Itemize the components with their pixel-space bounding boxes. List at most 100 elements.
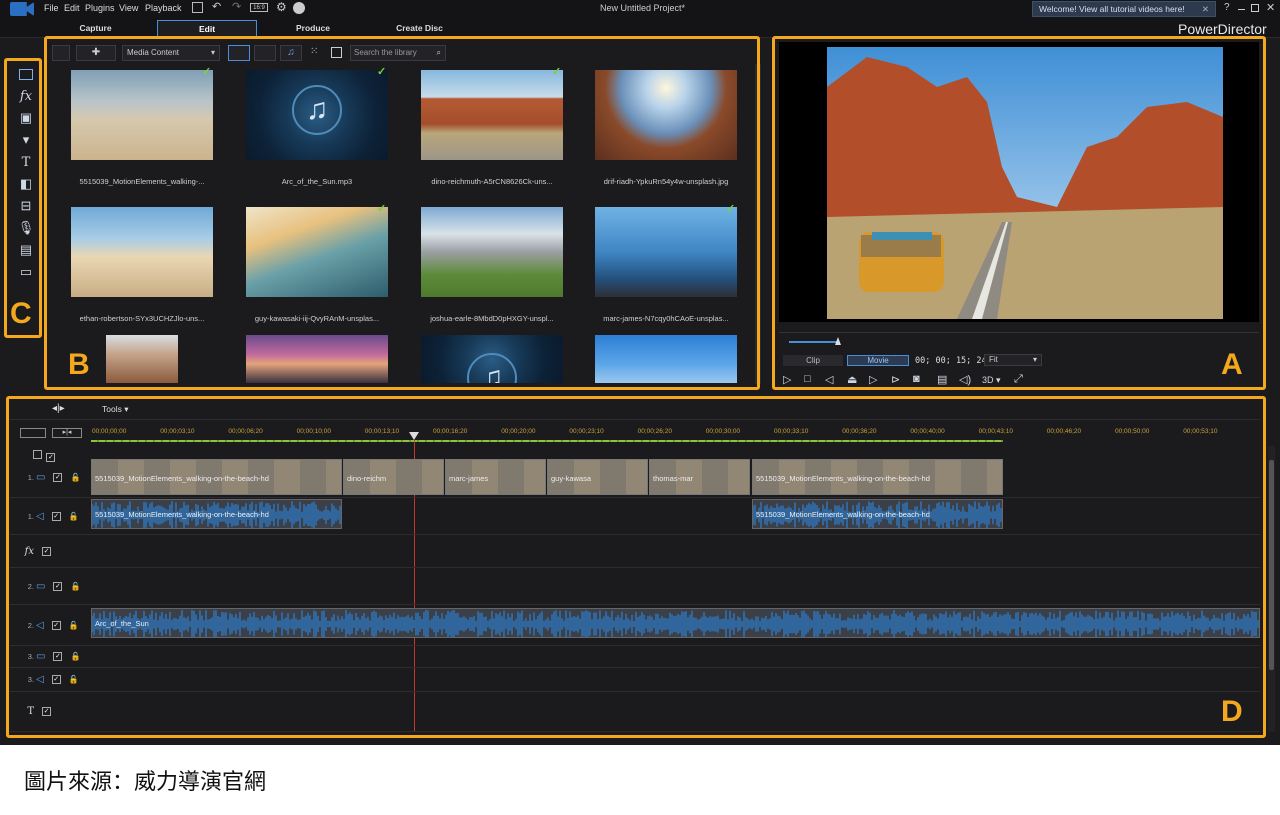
video-clip[interactable]: guy-kawasa	[547, 459, 648, 495]
music-filter-icon[interactable]: ♫	[280, 45, 302, 61]
menu-playback[interactable]: Playback	[145, 3, 182, 13]
settings-gear-icon[interactable]: ⚙	[276, 0, 287, 14]
track-audio[interactable]: 3. ◁ ✓ 🔓	[10, 668, 1260, 692]
subtitle-icon[interactable]: ▤	[937, 373, 947, 386]
library-thumbnail[interactable]	[246, 335, 388, 383]
account-icon[interactable]	[293, 2, 305, 14]
zoom-dropdown[interactable]: Fit ▾	[984, 354, 1042, 366]
library-thumbnail[interactable]	[595, 70, 737, 160]
particle-room-icon[interactable]: ▾	[12, 130, 40, 150]
title-room-icon[interactable]: T	[12, 152, 40, 172]
video-clip[interactable]: 5515039_MotionElements_walking-on-the-be…	[91, 459, 342, 495]
clip-mode-tab[interactable]: Clip	[783, 355, 843, 366]
save-icon[interactable]	[192, 2, 203, 13]
fx-room-icon[interactable]: fx	[12, 86, 40, 106]
timecode-display[interactable]: 00; 00; 15; 24	[915, 356, 987, 366]
tools-menu[interactable]: Tools ▾	[102, 404, 128, 415]
media-room-icon[interactable]	[12, 64, 40, 84]
library-thumbnail[interactable]	[595, 207, 737, 297]
track-lock-icon[interactable]: 🔓	[69, 512, 79, 521]
pip-room-icon[interactable]: ▣	[12, 108, 40, 128]
track-enable-checkbox[interactable]: ✓	[42, 546, 51, 556]
track-lock-icon[interactable]: 🔓	[69, 675, 79, 684]
library-thumbnail[interactable]	[595, 335, 737, 383]
library-search-input[interactable]: Search the library ⌕	[350, 45, 446, 61]
chapter-room-icon[interactable]: ▤	[12, 240, 40, 260]
movie-mode-tab[interactable]: Movie	[847, 355, 909, 366]
media-content-dropdown[interactable]: Media Content ▾	[122, 45, 220, 61]
help-button[interactable]: ?	[1224, 2, 1230, 13]
track-video[interactable]: 3. ▭ ✓ 🔓	[10, 646, 1260, 668]
search-icon[interactable]: ⌕	[437, 46, 441, 60]
import-media-button[interactable]	[52, 45, 70, 61]
undock-preview-icon[interactable]: ⤢	[1014, 373, 1023, 386]
library-thumbnail[interactable]: ♫	[246, 70, 388, 160]
library-thumbnail[interactable]	[71, 207, 213, 297]
tab-produce[interactable]: Produce	[268, 20, 358, 37]
stop-icon[interactable]: □	[804, 373, 811, 385]
redo-icon[interactable]: ↷	[232, 0, 241, 13]
library-thumbnail[interactable]	[71, 70, 213, 160]
audio-clip[interactable]: 5515039_MotionElements_walking-on-the-be…	[91, 499, 342, 529]
restore-icon[interactable]	[1251, 4, 1259, 12]
fit-timeline-icon[interactable]: ◂|▸	[52, 403, 65, 414]
audio-mix-room-icon[interactable]: ⊟	[12, 196, 40, 216]
plugin-puzzle-icon[interactable]: ✚	[76, 45, 116, 61]
next-frame-icon[interactable]: ▷	[869, 373, 877, 386]
track-enable-checkbox[interactable]: ✓	[51, 511, 61, 521]
volume-icon[interactable]: ◁)	[959, 373, 971, 386]
preview-window[interactable]	[779, 42, 1259, 345]
grid-view-icon[interactable]: ⁙	[310, 46, 318, 57]
library-scrollbar[interactable]	[755, 64, 761, 384]
track-enable-checkbox[interactable]: ✓	[51, 675, 61, 684]
voiceover-room-icon[interactable]: 🎙	[12, 218, 40, 238]
menu-view[interactable]: View	[119, 3, 138, 13]
undo-icon[interactable]: ↶	[212, 0, 221, 13]
track-title[interactable]: T ✓	[10, 692, 1260, 732]
playhead-handle[interactable]	[409, 432, 419, 440]
track-fx[interactable]: fx ✓	[10, 535, 1260, 568]
library-thumbnail[interactable]	[106, 335, 178, 383]
scrollbar-thumb[interactable]	[1269, 460, 1274, 670]
image-filter-icon[interactable]	[254, 45, 276, 61]
audio-clip[interactable]: Arc_of_the_Sun	[91, 608, 1260, 638]
tab-capture[interactable]: Capture	[48, 20, 143, 37]
close-icon[interactable]: ✕	[1266, 1, 1275, 14]
track-manager-icon[interactable]	[20, 428, 46, 438]
library-thumbnail[interactable]	[246, 207, 388, 297]
tab-create-disc[interactable]: Create Disc	[372, 20, 467, 37]
video-clip[interactable]: marc-james	[445, 459, 546, 495]
video-filter-icon[interactable]	[228, 45, 250, 61]
track-lock-icon[interactable]: 🔓	[70, 652, 80, 661]
timeline-vertical-scrollbar[interactable]	[1268, 446, 1275, 732]
aspect-ratio-icon[interactable]: 16:9	[250, 3, 268, 12]
minimize-icon[interactable]	[1238, 9, 1245, 10]
welcome-banner[interactable]: Welcome! View all tutorial videos here! …	[1032, 1, 1216, 17]
video-clip[interactable]: dino-reichm	[343, 459, 444, 495]
expand-icon[interactable]	[331, 47, 342, 58]
track-enable-checkbox[interactable]: ✓	[51, 620, 61, 630]
track-enable-checkbox[interactable]: ✓	[42, 707, 51, 716]
track-lock-icon[interactable]: 🔓	[70, 582, 80, 591]
track-enable-checkbox[interactable]: ✓	[53, 581, 63, 591]
previous-frame-icon[interactable]: ◁	[825, 373, 833, 386]
timeline-zoom-icon[interactable]: ▸|◂	[52, 428, 82, 438]
library-thumbnail[interactable]	[421, 70, 563, 160]
video-clip[interactable]: thomas-mar	[649, 459, 750, 495]
track-enable-checkbox[interactable]: ✓	[53, 473, 63, 482]
video-clip[interactable]: 5515039_MotionElements_walking-on-the-be…	[752, 459, 1003, 495]
track-lock-icon[interactable]: 🔓	[70, 473, 80, 482]
welcome-close-icon[interactable]: ✕	[1202, 2, 1209, 16]
library-thumbnail[interactable]	[421, 207, 563, 297]
menu-file[interactable]: File	[44, 3, 59, 13]
split-marker-icon[interactable]: ⏏	[847, 373, 857, 386]
menu-edit[interactable]: Edit	[64, 3, 80, 13]
fast-forward-icon[interactable]: ⊳	[891, 373, 900, 386]
play-icon[interactable]: ▷	[783, 373, 791, 386]
track-lock-icon[interactable]: 🔓	[69, 621, 79, 630]
library-thumbnail[interactable]: ♫	[421, 335, 563, 383]
track-video[interactable]: 2. ▭ ✓ 🔓	[10, 568, 1260, 605]
subtitle-room-icon[interactable]: ▭	[12, 262, 40, 282]
tab-edit[interactable]: Edit	[157, 20, 257, 37]
audio-clip[interactable]: 5515039_MotionElements_walking-on-the-be…	[752, 499, 1003, 529]
